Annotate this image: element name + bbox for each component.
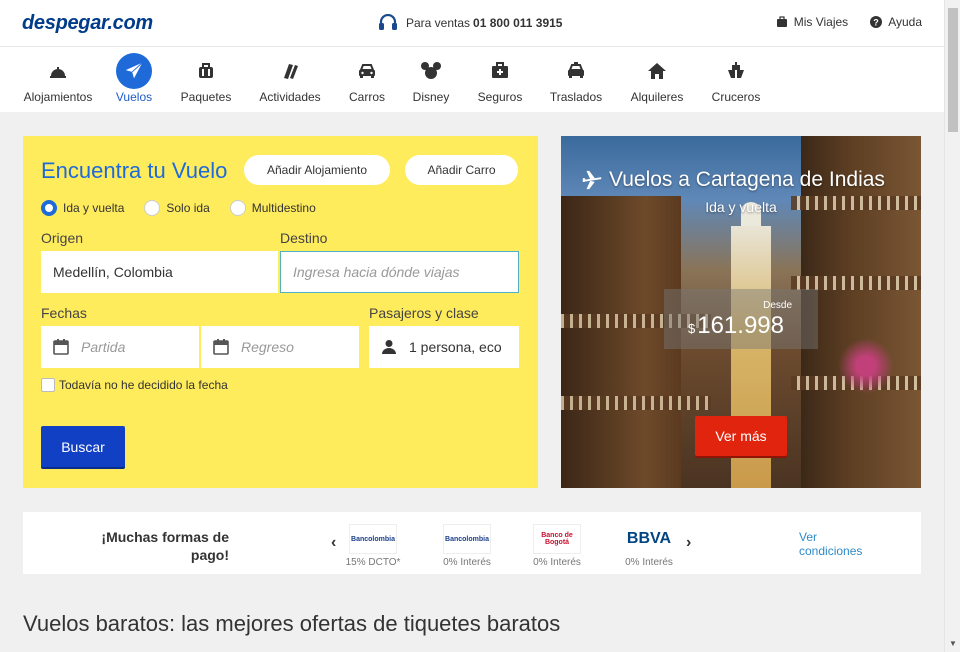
undecided-date-checkbox[interactable]: Todavía no he decidido la fecha: [41, 378, 228, 392]
help-icon: ?: [870, 16, 883, 28]
suitcase-icon: [776, 16, 787, 27]
search-title: Encuentra tu Vuelo: [41, 158, 228, 183]
nav-seguros[interactable]: Seguros: [474, 47, 526, 113]
add-lodging-button[interactable]: Añadir Alojamiento: [244, 155, 390, 185]
return-date-input[interactable]: Regreso: [201, 326, 359, 368]
flight-search-box: Encuentra tu Vuelo Añadir Alojamiento Añ…: [23, 136, 538, 488]
nav-alojamientos[interactable]: Alojamientos: [22, 47, 94, 113]
scroll-down-arrow[interactable]: ▼: [949, 639, 957, 648]
phone-label: Para ventas: [406, 16, 471, 30]
first-aid-icon: [492, 62, 508, 78]
add-car-button[interactable]: Añadir Carro: [405, 155, 518, 185]
from-label: Desde: [763, 300, 792, 311]
payment-card-banco-bogota: Banco de Bogotá 0% Interés: [527, 524, 587, 568]
nav-disney[interactable]: Disney: [408, 47, 454, 113]
banco-bogota-logo: Banco de Bogotá: [533, 524, 581, 554]
radio-solo-ida[interactable]: Solo ida: [144, 200, 210, 216]
house-icon: [648, 63, 666, 79]
payments-title: ¡Muchas formas de pago!: [101, 529, 229, 563]
payment-card-bancolombia-2: Bancolombia 0% Interés: [437, 524, 497, 568]
radio-ida-y-vuelta[interactable]: Ida y vuelta: [41, 200, 124, 216]
search-button[interactable]: Buscar: [41, 426, 125, 467]
bell-icon: [50, 67, 66, 78]
payments-next-arrow[interactable]: ›: [686, 534, 691, 552]
promo-price: $161.998: [688, 312, 784, 339]
car-icon: [359, 64, 375, 78]
passengers-select[interactable]: 1 persona, eco: [369, 326, 519, 368]
plane-icon: [582, 170, 602, 190]
section-headline: Vuelos baratos: las mejores ofertas de t…: [23, 611, 561, 636]
luggage-icon: [199, 63, 213, 78]
calendar-icon: [213, 339, 229, 355]
promo-subtitle: Ida y vuelta: [705, 199, 777, 215]
nav-traslados[interactable]: Traslados: [546, 47, 606, 113]
radio-multidestino[interactable]: Multidestino: [229, 200, 316, 216]
ayuda-link[interactable]: ? Ayuda: [870, 15, 922, 29]
ship-icon: [728, 62, 744, 78]
tickets-icon: [284, 64, 298, 79]
scrollbar-thumb[interactable]: [948, 8, 958, 132]
promo-background-photo: [561, 196, 681, 488]
sales-phone: Para ventas 01 800 011 3915: [378, 14, 562, 32]
nav-carros[interactable]: Carros: [344, 47, 390, 113]
bancolombia-logo: Bancolombia: [349, 524, 397, 554]
origin-input[interactable]: Medellín, Colombia: [41, 251, 278, 293]
bancolombia-logo: Bancolombia: [443, 524, 491, 554]
calendar-icon: [53, 339, 69, 355]
taxi-icon: [568, 62, 584, 78]
destination-label: Destino: [280, 230, 328, 246]
plane-icon: [125, 62, 143, 79]
svg-text:?: ?: [873, 18, 879, 28]
ver-mas-button[interactable]: Ver más: [695, 416, 787, 456]
mis-viajes-link[interactable]: Mis Viajes: [776, 15, 848, 29]
promo-title: Vuelos a Cartagena de Indias: [581, 168, 885, 192]
dates-label: Fechas: [41, 305, 87, 321]
top-bar: despegar.com Para ventas 01 800 011 3915…: [0, 0, 944, 46]
person-icon: [382, 340, 396, 354]
nav-actividades[interactable]: Actividades: [256, 47, 324, 113]
departure-date-input[interactable]: Partida: [41, 326, 199, 368]
page-scrollbar[interactable]: ▼: [944, 0, 960, 652]
mis-viajes-label: Mis Viajes: [793, 15, 849, 29]
headset-icon: [379, 14, 397, 30]
phone-number: 01 800 011 3915: [473, 16, 563, 30]
payment-card-bbva: BBVA 0% Interés: [619, 524, 679, 568]
payment-card-bancolombia-1: Bancolombia 15% DCTO*: [343, 524, 403, 568]
conditions-link[interactable]: Ver condiciones: [799, 530, 879, 558]
origin-label: Origen: [41, 230, 84, 246]
passengers-label: Pasajeros y clase: [369, 305, 479, 321]
promo-price-box: Desde $161.998: [664, 289, 818, 349]
destination-input[interactable]: Ingresa hacia dónde viajas: [280, 251, 519, 293]
ayuda-label: Ayuda: [888, 15, 922, 29]
payment-methods-bar: ¡Muchas formas de pago! ‹ Bancolombia 15…: [23, 512, 921, 574]
logo-text: despegar.com: [22, 12, 153, 34]
bbva-logo: BBVA: [625, 524, 673, 554]
nav-vuelos[interactable]: Vuelos: [110, 47, 158, 113]
payments-prev-arrow[interactable]: ‹: [331, 534, 336, 552]
product-nav: Alojamientos Vuelos Paquetes Actividades…: [0, 46, 944, 112]
promo-banner[interactable]: Vuelos a Cartagena de Indias Ida y vuelt…: [561, 136, 921, 488]
trip-type-group: Ida y vuelta Solo ida Multidestino: [41, 200, 336, 216]
nav-paquetes[interactable]: Paquetes: [176, 47, 236, 113]
nav-alquileres[interactable]: Alquileres: [628, 47, 686, 113]
logo[interactable]: despegar.com: [22, 12, 153, 35]
nav-cruceros[interactable]: Cruceros: [708, 47, 764, 113]
mickey-icon: [421, 62, 441, 79]
